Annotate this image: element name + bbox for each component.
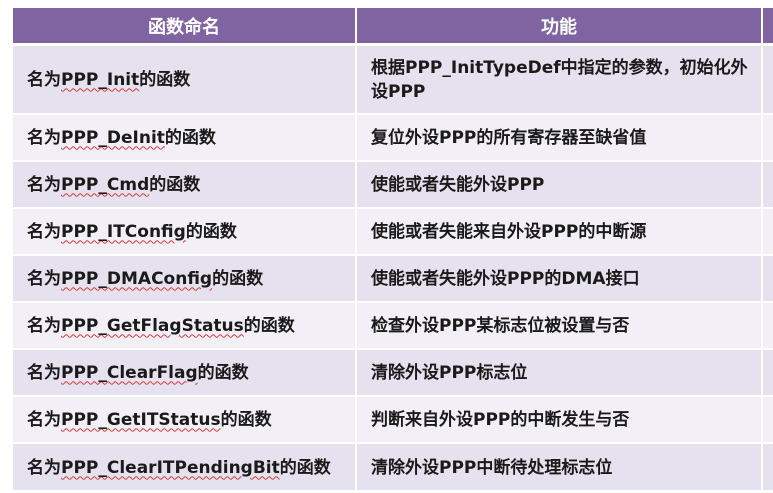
name-suffix: 的函数 bbox=[220, 409, 272, 430]
function-name-cell: 名为PPP_ITConfig的函数 bbox=[13, 208, 357, 256]
cropped-column-cell bbox=[762, 161, 773, 209]
function-name-cell: 名为PPP_ClearFlag的函数 bbox=[13, 349, 357, 397]
table-row: 名为PPP_GetITStatus的函数 判断来自外设PPP的中断发生与否 bbox=[13, 396, 773, 444]
name-suffix: 的函数 bbox=[197, 362, 249, 383]
header-row: 函数命名 功能 bbox=[13, 8, 773, 46]
name-prefix: 名为 bbox=[27, 221, 61, 242]
name-prefix: 名为 bbox=[27, 127, 61, 148]
function-identifier: PPP_GetITStatus bbox=[61, 409, 221, 430]
cropped-column-cell bbox=[762, 208, 773, 256]
function-table-container: 函数命名 功能 名为PPP_Init的函数 根据PPP_InitTypeDef中指… bbox=[13, 8, 773, 490]
function-name-cell: 名为PPP_GetITStatus的函数 bbox=[13, 396, 357, 444]
table-body: 名为PPP_Init的函数 根据PPP_InitTypeDef中指定的参数，初始化… bbox=[13, 44, 773, 490]
cropped-column-cell bbox=[762, 114, 773, 162]
table-row: 名为PPP_ITConfig的函数 使能或者失能来自外设PPP的中断源 bbox=[13, 208, 773, 256]
name-suffix: 的函数 bbox=[164, 127, 216, 148]
cropped-column-cell bbox=[762, 396, 773, 444]
function-name-cell: 名为PPP_DeInit的函数 bbox=[13, 114, 357, 162]
function-description-cell: 清除外设PPP中断待处理标志位 bbox=[356, 443, 763, 490]
function-identifier: PPP_ITConfig bbox=[61, 221, 186, 242]
function-description-cell: 复位外设PPP的所有寄存器至缺省值 bbox=[356, 114, 763, 162]
name-suffix: 的函数 bbox=[139, 69, 191, 90]
header-function-description: 功能 bbox=[356, 8, 763, 46]
name-suffix: 的函数 bbox=[149, 174, 201, 195]
table-row: 名为PPP_ClearFlag的函数 清除外设PPP标志位 bbox=[13, 349, 773, 397]
function-identifier: PPP_GetFlagStatus bbox=[61, 315, 244, 336]
function-description-cell: 检查外设PPP某标志位被设置与否 bbox=[356, 302, 763, 350]
function-name-cell: 名为PPP_ClearITPendingBit的函数 bbox=[13, 443, 357, 490]
function-identifier: PPP_DMAConfig bbox=[61, 268, 213, 289]
name-prefix: 名为 bbox=[27, 315, 61, 336]
function-description-cell: 使能或者失能来自外设PPP的中断源 bbox=[356, 208, 763, 256]
cropped-column-cell bbox=[762, 443, 773, 490]
function-description-cell: 清除外设PPP标志位 bbox=[356, 349, 763, 397]
name-prefix: 名为 bbox=[27, 409, 61, 430]
function-identifier: PPP_ClearFlag bbox=[61, 362, 198, 383]
table-row: 名为PPP_GetFlagStatus的函数 检查外设PPP某标志位被设置与否 bbox=[13, 302, 773, 350]
name-suffix: 的函数 bbox=[185, 221, 237, 242]
function-identifier: PPP_DeInit bbox=[61, 127, 165, 148]
function-description-cell: 使能或者失能外设PPP bbox=[356, 161, 763, 209]
name-suffix: 的函数 bbox=[212, 268, 264, 289]
function-identifier: PPP_ClearITPendingBit bbox=[61, 457, 280, 478]
table-row: 名为PPP_Init的函数 根据PPP_InitTypeDef中指定的参数，初始化… bbox=[13, 44, 773, 115]
name-prefix: 名为 bbox=[27, 174, 61, 195]
table-row: 名为PPP_DeInit的函数 复位外设PPP的所有寄存器至缺省值 bbox=[13, 114, 773, 162]
name-prefix: 名为 bbox=[27, 268, 61, 289]
function-name-cell: 名为PPP_DMAConfig的函数 bbox=[13, 255, 357, 303]
table-row: 名为PPP_ClearITPendingBit的函数 清除外设PPP中断待处理标志… bbox=[13, 443, 773, 490]
header-cropped-column bbox=[762, 8, 773, 46]
name-prefix: 名为 bbox=[27, 457, 61, 478]
cropped-column-cell bbox=[762, 255, 773, 303]
cropped-column-cell bbox=[762, 44, 773, 115]
table-row: 名为PPP_Cmd的函数 使能或者失能外设PPP bbox=[13, 161, 773, 209]
name-prefix: 名为 bbox=[27, 69, 61, 90]
function-name-cell: 名为PPP_GetFlagStatus的函数 bbox=[13, 302, 357, 350]
table-row: 名为PPP_DMAConfig的函数 使能或者失能外设PPP的DMA接口 bbox=[13, 255, 773, 303]
function-identifier: PPP_Init bbox=[61, 69, 140, 90]
cropped-column-cell bbox=[762, 349, 773, 397]
name-suffix: 的函数 bbox=[279, 457, 331, 478]
cropped-column-cell bbox=[762, 302, 773, 350]
function-identifier: PPP_Cmd bbox=[61, 174, 150, 195]
function-description-cell: 使能或者失能外设PPP的DMA接口 bbox=[356, 255, 763, 303]
header-function-name: 函数命名 bbox=[13, 8, 357, 46]
function-name-cell: 名为PPP_Init的函数 bbox=[13, 44, 357, 115]
name-prefix: 名为 bbox=[27, 362, 61, 383]
function-name-cell: 名为PPP_Cmd的函数 bbox=[13, 161, 357, 209]
function-description-cell: 根据PPP_InitTypeDef中指定的参数，初始化外设PPP bbox=[356, 44, 763, 115]
name-suffix: 的函数 bbox=[243, 315, 295, 336]
function-description-cell: 判断来自外设PPP的中断发生与否 bbox=[356, 396, 763, 444]
function-naming-table: 函数命名 功能 名为PPP_Init的函数 根据PPP_InitTypeDef中指… bbox=[13, 8, 773, 490]
